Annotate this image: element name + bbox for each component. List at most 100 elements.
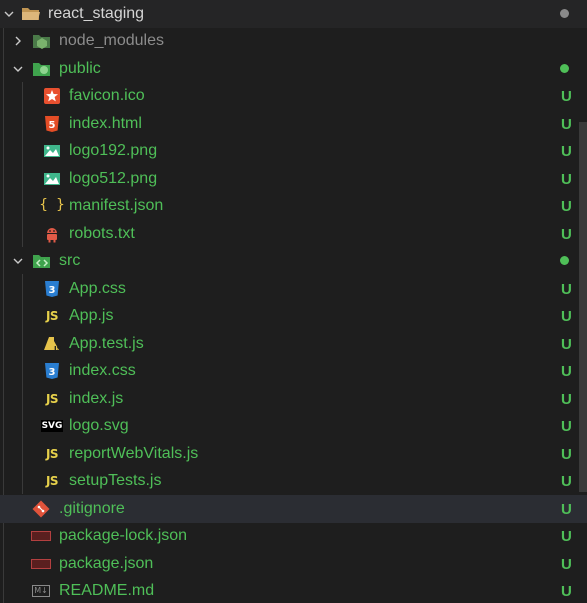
chevron-down-icon — [2, 7, 16, 21]
folder-open-icon — [21, 4, 41, 24]
folder-public[interactable]: public — [0, 55, 587, 83]
git-status: U — [561, 88, 572, 105]
file-label: App.css — [69, 280, 126, 297]
file-index-css[interactable]: 3 index.css U — [0, 357, 587, 385]
folder-public-icon — [32, 59, 52, 79]
svg-text:5: 5 — [49, 120, 56, 131]
file-app-test-js[interactable]: JS App.test.js U — [0, 330, 587, 358]
chevron-right-icon — [11, 34, 25, 48]
file-label: package-lock.json — [59, 527, 188, 544]
git-status: U — [561, 116, 572, 133]
untracked-dot — [560, 256, 569, 265]
star-icon — [42, 86, 62, 106]
robot-icon — [42, 224, 62, 244]
chevron-down-icon — [11, 62, 25, 76]
file-index-js[interactable]: JS index.js U — [0, 385, 587, 413]
css3-icon: 3 — [42, 361, 62, 381]
file-label: logo.svg — [69, 417, 129, 434]
file-label: setupTests.js — [69, 472, 162, 489]
svg-text:3: 3 — [49, 367, 56, 378]
git-status: U — [561, 363, 572, 380]
file-explorer: react_staging node_modules public favico… — [0, 0, 587, 603]
npm-icon — [31, 526, 51, 546]
file-readme[interactable]: M↓ README.md U — [0, 577, 587, 603]
file-favicon[interactable]: favicon.ico U — [0, 82, 587, 110]
file-package-json[interactable]: package.json U — [0, 550, 587, 578]
file-robots[interactable]: robots.txt U — [0, 220, 587, 248]
git-status: U — [561, 308, 572, 325]
file-label: robots.txt — [69, 225, 135, 242]
folder-node-icon — [32, 31, 52, 51]
file-label: App.js — [69, 307, 114, 324]
git-status: U — [561, 391, 572, 408]
git-status: U — [561, 336, 572, 353]
folder-root[interactable]: react_staging — [0, 0, 587, 28]
npm-icon — [31, 554, 51, 574]
git-status: U — [561, 583, 572, 600]
git-status: U — [561, 281, 572, 298]
folder-label: react_staging — [48, 5, 145, 22]
file-gitignore[interactable]: .gitignore U — [0, 495, 587, 523]
file-label: index.css — [69, 362, 136, 379]
chevron-down-icon — [11, 254, 25, 268]
json-braces-icon: { } — [39, 197, 65, 213]
folder-src[interactable]: src — [0, 247, 587, 275]
file-label: logo192.png — [69, 142, 158, 159]
git-status: U — [561, 198, 572, 215]
file-logo512[interactable]: logo512.png U — [0, 165, 587, 193]
file-setup-tests[interactable]: JS setupTests.js U — [0, 467, 587, 495]
image-icon — [42, 141, 62, 161]
git-status: U — [561, 556, 572, 573]
file-label: logo512.png — [69, 170, 158, 187]
css3-icon: 3 — [42, 279, 62, 299]
svg-file-icon: SVG — [40, 416, 64, 436]
file-index-html[interactable]: 5 index.html U — [0, 110, 587, 138]
javascript-icon: JS — [45, 474, 59, 488]
javascript-icon: JS — [45, 447, 59, 461]
git-status: U — [561, 143, 572, 160]
npm-box — [31, 531, 51, 541]
test-flask-icon: JS — [42, 334, 62, 354]
html5-icon: 5 — [42, 114, 62, 134]
file-label: package.json — [59, 555, 154, 572]
folder-label: node_modules — [59, 32, 164, 49]
folder-src-icon — [32, 251, 52, 271]
svg-badge: SVG — [40, 420, 64, 432]
file-app-js[interactable]: JS App.js U — [0, 302, 587, 330]
folder-node-modules[interactable]: node_modules — [0, 27, 587, 55]
file-label: manifest.json — [69, 197, 164, 214]
file-logo192[interactable]: logo192.png U — [0, 137, 587, 165]
file-manifest[interactable]: { } manifest.json U — [0, 192, 587, 220]
scrollbar[interactable] — [579, 122, 587, 492]
file-label: README.md — [59, 582, 155, 599]
file-label: .gitignore — [59, 500, 125, 517]
file-app-css[interactable]: 3 App.css U — [0, 275, 587, 303]
git-status: U — [561, 446, 572, 463]
svg-text:JS: JS — [53, 345, 61, 353]
folder-label: public — [59, 60, 101, 77]
git-status: U — [561, 473, 572, 490]
git-status: U — [561, 528, 572, 545]
file-package-lock[interactable]: package-lock.json U — [0, 522, 587, 550]
git-icon — [31, 499, 51, 519]
markdown-badge: M↓ — [32, 585, 50, 597]
javascript-icon: JS — [45, 309, 59, 323]
file-label: index.html — [69, 115, 142, 132]
folder-label: src — [59, 252, 81, 269]
file-label: index.js — [69, 390, 124, 407]
svg-text:3: 3 — [49, 285, 56, 296]
image-icon — [42, 169, 62, 189]
markdown-icon: M↓ — [31, 581, 51, 601]
file-report-web-vitals[interactable]: JS reportWebVitals.js U — [0, 440, 587, 468]
javascript-icon: JS — [45, 392, 59, 406]
git-status: U — [561, 418, 572, 435]
untracked-dot — [560, 64, 569, 73]
npm-box — [31, 559, 51, 569]
git-status: U — [561, 171, 572, 188]
git-status: U — [561, 501, 572, 518]
file-logo-svg[interactable]: SVG logo.svg U — [0, 412, 587, 440]
git-status: U — [561, 226, 572, 243]
file-label: reportWebVitals.js — [69, 445, 199, 462]
modified-dot — [560, 9, 569, 18]
file-label: App.test.js — [69, 335, 144, 352]
